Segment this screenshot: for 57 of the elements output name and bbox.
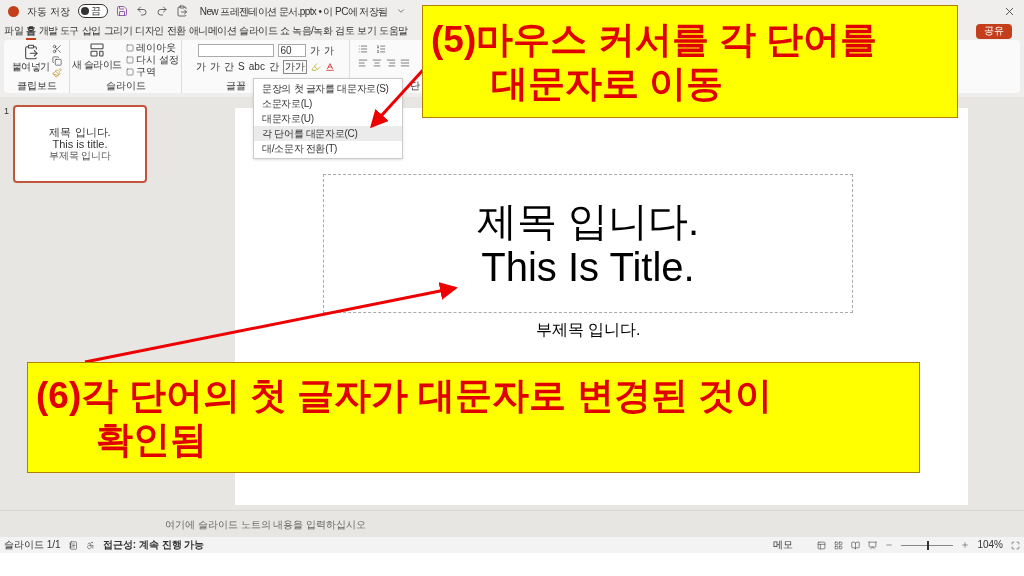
font-style-button[interactable]: 간 — [268, 61, 279, 73]
slide-thumbnail[interactable]: 제목 입니다. This is title. 부제목 입니다 — [13, 105, 147, 183]
group-label: 클립보드 — [16, 80, 57, 93]
thumbnail-title: 제목 입니다. — [49, 126, 111, 138]
group-label: 슬라이드 — [105, 80, 146, 93]
menu-item[interactable]: 소문자로(L) — [254, 96, 402, 111]
slide-title: 제목 입니다. — [476, 197, 700, 244]
zoom-percent: 104% — [977, 540, 1003, 550]
menu-tab[interactable]: 디자인 — [135, 22, 164, 40]
menu-item[interactable]: 문장의 첫 글자를 대문자로(S) — [254, 81, 402, 96]
slide-subtitle: 부제목 입니다. — [534, 320, 642, 340]
menu-tab[interactable]: 개발 도구 — [38, 22, 79, 40]
paste-button[interactable]: 붙여넣기 — [11, 61, 50, 73]
title-placeholder[interactable]: 제목 입니다. This Is Title. — [323, 174, 853, 313]
new-slide-button[interactable]: 새 슬라이드 — [72, 59, 122, 71]
shrink-font-button[interactable]: 가 — [323, 44, 334, 57]
menu-tab[interactable]: 녹음/녹화 — [292, 22, 333, 40]
font-style-button[interactable]: 간 — [224, 61, 235, 73]
autosave-toggle[interactable]: 끔 — [77, 4, 108, 18]
share-button[interactable]: 공유 — [976, 23, 1012, 39]
menu-tab[interactable]: 슬라이드 쇼 — [239, 22, 290, 40]
accessibility-status[interactable]: 접근성: 계속 진행 가능 — [102, 540, 205, 550]
font-style-button[interactable]: 가 — [210, 61, 221, 73]
font-style-button[interactable]: S — [238, 61, 245, 73]
notes-button[interactable]: 메모 — [773, 540, 794, 550]
notes-field[interactable]: 여기에 슬라이드 노트의 내용을 입력하십시오 — [165, 516, 367, 532]
thumbnail-title: This is title. — [52, 138, 108, 150]
autosave-label: 자동 저장 — [27, 4, 70, 19]
slide-count: 슬라이드 1/1 — [4, 540, 61, 550]
menu-tab[interactable]: 삽입 — [81, 22, 101, 40]
menu-tab[interactable]: 전환 — [166, 22, 186, 40]
font-style-button[interactable]: 가 — [196, 61, 207, 73]
menu-tab[interactable]: 보기 — [357, 22, 377, 40]
font-size-field[interactable]: 60 — [277, 44, 306, 57]
menu-tab[interactable]: 검토 — [335, 22, 355, 40]
slide-option-button[interactable]: 구역 — [136, 66, 156, 78]
grow-font-button[interactable]: 가 — [309, 44, 320, 57]
callout-text: (6)각 단어의 첫 글자가 대문자로 변경된 것이 — [36, 373, 773, 418]
font-style-button[interactable]: abc — [248, 61, 265, 73]
document-title[interactable]: New 프레젠테이션 문서.pptx • 이 PC에 저장됨 — [199, 3, 388, 19]
slide-title: This Is Title. — [481, 243, 695, 290]
group-label: 글꼴 — [225, 80, 246, 93]
menu-item[interactable]: 각 단어를 대문자로(C) — [254, 126, 402, 141]
callout-text: 확인됨 — [95, 417, 208, 462]
thumbnail-subtitle: 부제목 입니다 — [48, 150, 112, 162]
slide-option-button[interactable]: 다시 설정 — [136, 54, 179, 66]
callout-text: 대문자로 이동 — [490, 61, 725, 106]
slide-number: 1 — [4, 105, 9, 118]
menu-tab[interactable]: 도움말 — [379, 22, 408, 40]
slide-option-button[interactable]: 레이아웃 — [136, 42, 176, 54]
menu-tab[interactable]: 파일 — [4, 22, 23, 40]
menu-tab[interactable]: 그리기 — [103, 22, 133, 40]
callout-text: (5)마우스 커서를 각 단어를 — [431, 17, 879, 62]
menu-item[interactable]: 대/소문자 전환(T) — [254, 141, 402, 156]
menu-item[interactable]: 대문자로(U) — [254, 111, 402, 126]
change-case-button[interactable]: 가가 — [282, 60, 307, 74]
menu-tab[interactable]: 애니메이션 — [188, 22, 237, 40]
